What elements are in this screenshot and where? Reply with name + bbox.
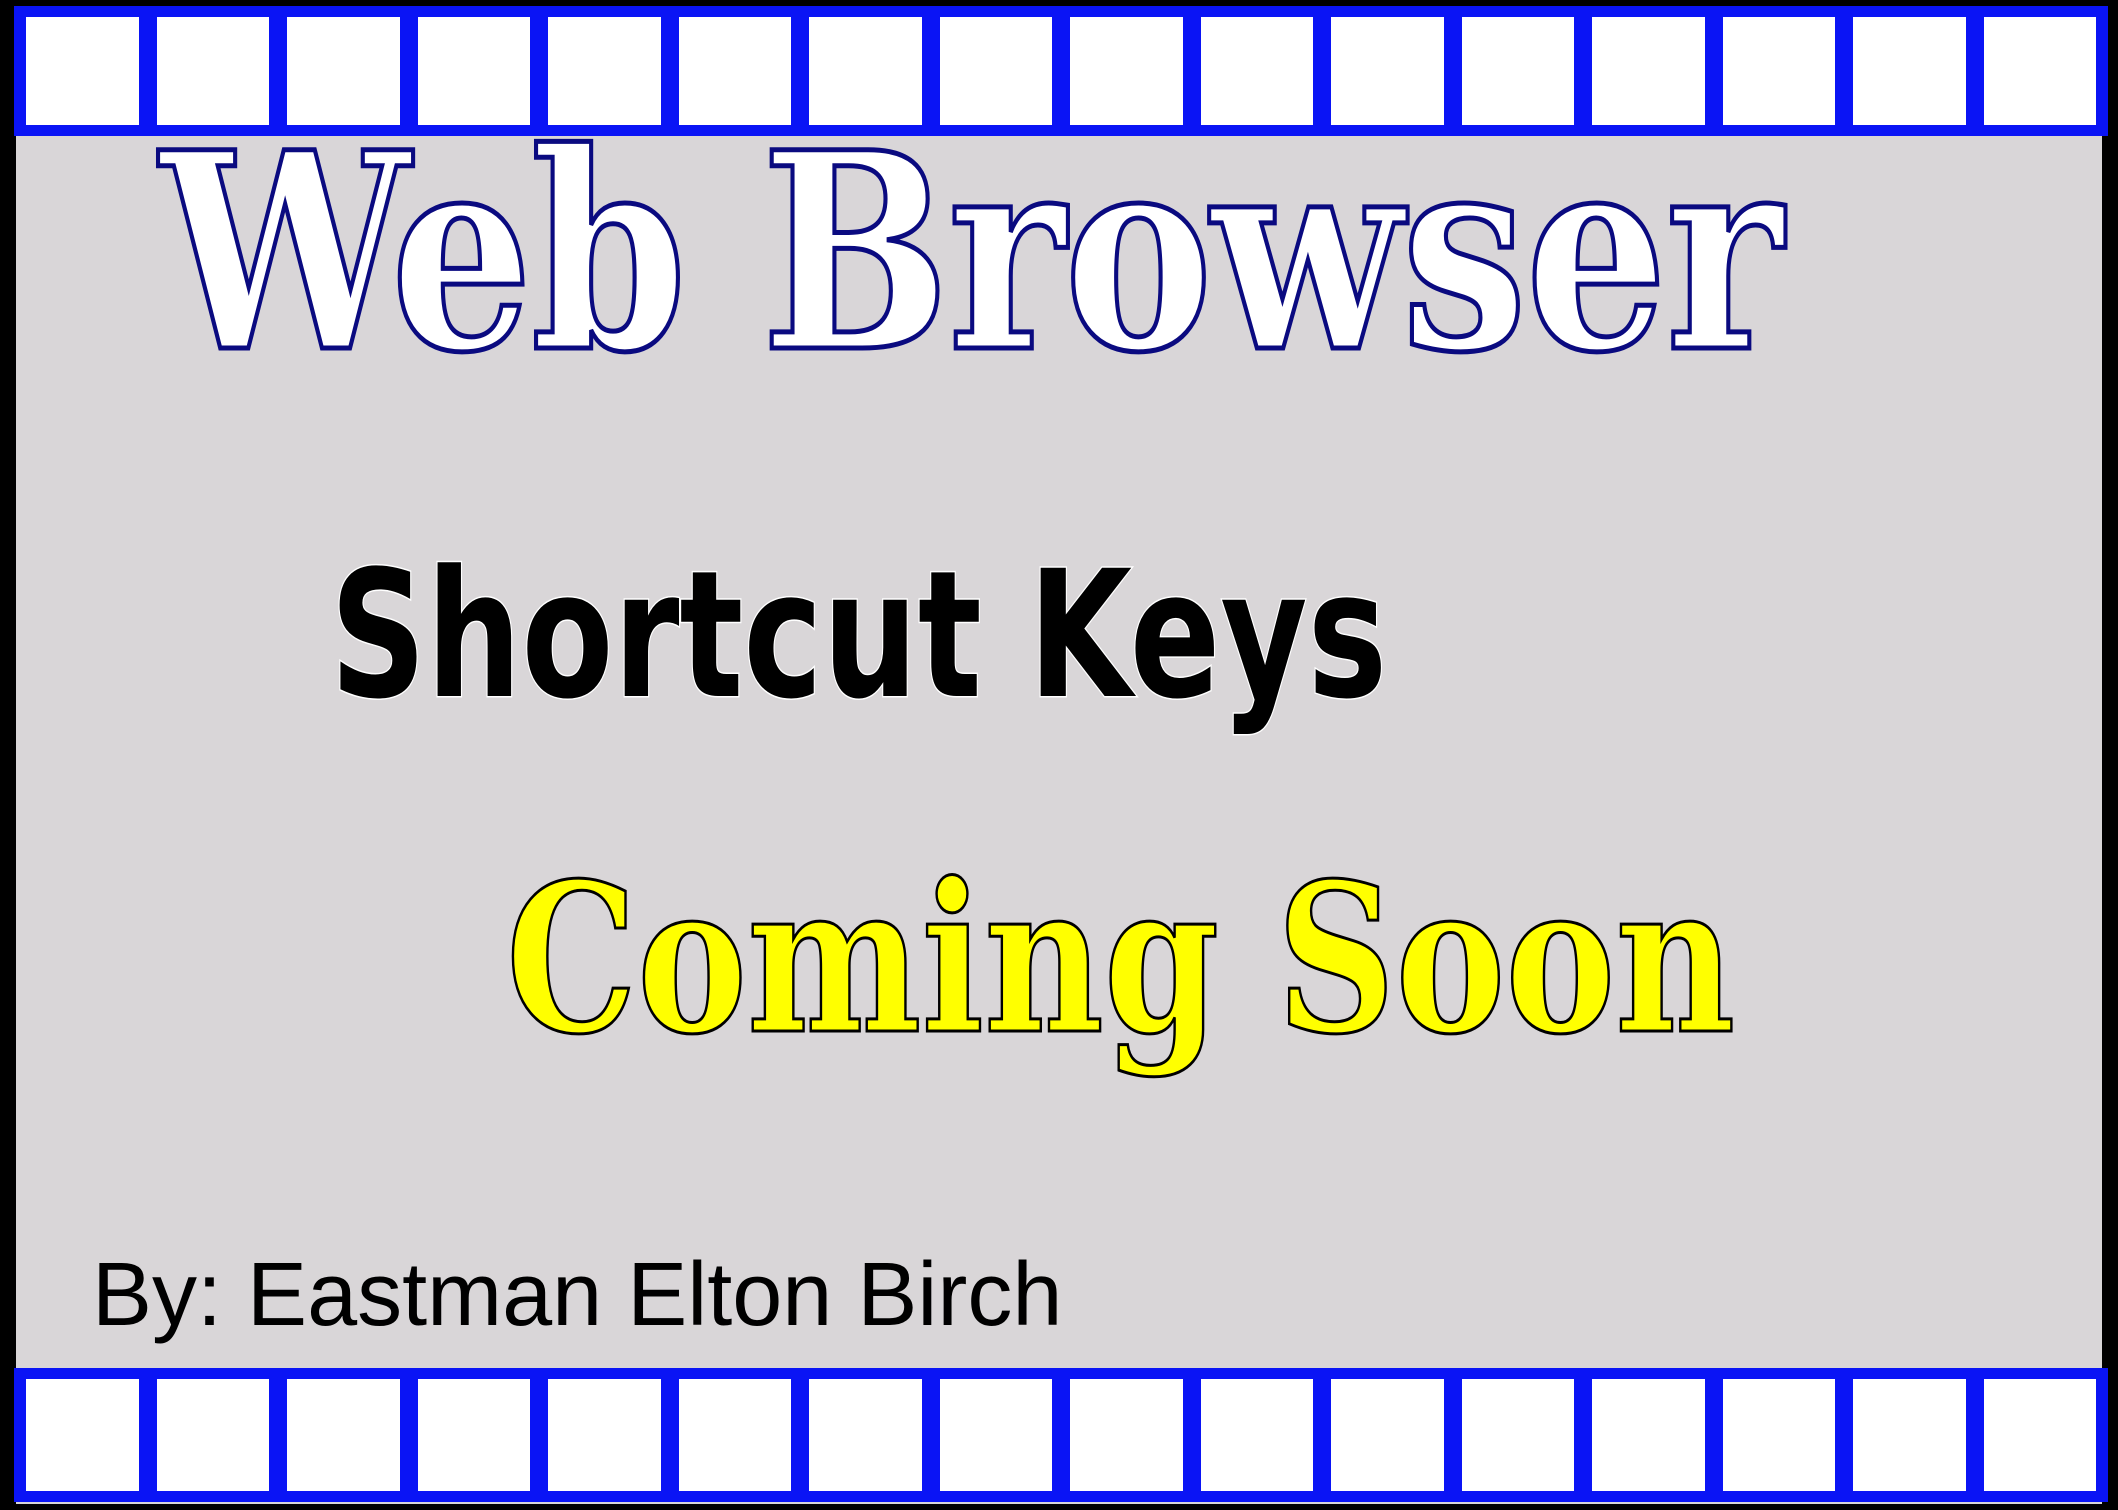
film-frame bbox=[1983, 17, 2096, 125]
film-frame bbox=[809, 1379, 922, 1491]
slide-subtitle: Shortcut Keys bbox=[329, 533, 1388, 738]
film-frame bbox=[287, 1379, 400, 1491]
coming-soon-text: Coming Soon bbox=[505, 838, 1737, 1080]
film-frame bbox=[678, 1379, 791, 1491]
author-byline: By: Eastman Elton Birch bbox=[92, 1245, 1063, 1345]
film-frame bbox=[156, 1379, 269, 1491]
film-frame bbox=[548, 1379, 661, 1491]
bottom-film-strip-border bbox=[14, 1368, 2108, 1502]
film-frame bbox=[26, 17, 139, 125]
film-frame bbox=[1853, 17, 1966, 125]
film-frame bbox=[1853, 1379, 1966, 1491]
film-frame bbox=[1983, 1379, 2096, 1491]
film-frame bbox=[1722, 1379, 1835, 1491]
film-frame bbox=[1592, 1379, 1705, 1491]
film-frame bbox=[1200, 1379, 1313, 1491]
film-frame bbox=[417, 1379, 530, 1491]
film-frame bbox=[1331, 1379, 1444, 1491]
slide-title: Web Browser bbox=[158, 94, 1785, 413]
film-frame bbox=[1070, 1379, 1183, 1491]
film-frame bbox=[1461, 1379, 1574, 1491]
film-frame bbox=[939, 1379, 1052, 1491]
film-frame bbox=[26, 1379, 139, 1491]
